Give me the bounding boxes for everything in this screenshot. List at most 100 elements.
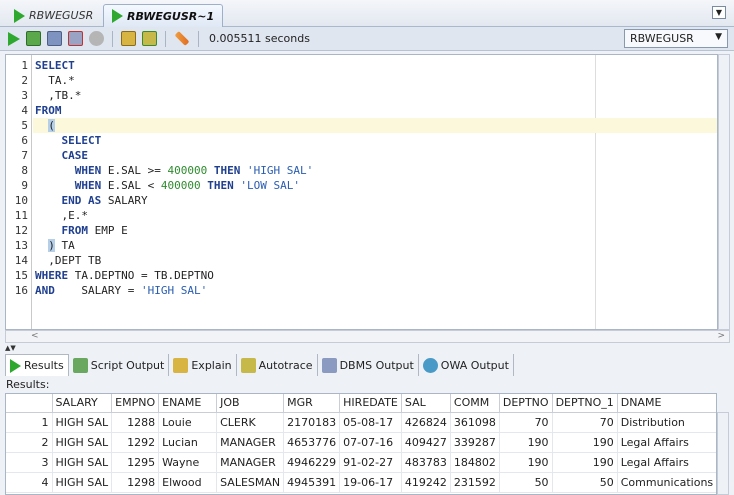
table-cell[interactable]: 1298 <box>111 472 160 493</box>
table-cell[interactable]: 4946229 <box>283 452 341 473</box>
table-cell[interactable]: 339287 <box>450 432 500 453</box>
table-cell[interactable]: Distribution <box>617 412 716 433</box>
table-cell[interactable]: 231592 <box>450 472 500 493</box>
code-line: ,TB.* <box>33 88 717 103</box>
column-header[interactable]: EMPNO <box>111 394 160 413</box>
column-header[interactable]: DEPTNO_1 <box>552 394 618 413</box>
explain-plan-icon[interactable] <box>121 31 136 46</box>
table-cell[interactable]: 190 <box>499 452 553 473</box>
table-cell[interactable]: 50 <box>552 472 618 493</box>
row-number[interactable]: 1 <box>6 412 53 433</box>
table-cell[interactable]: 409427 <box>401 432 451 453</box>
column-header[interactable]: COMM <box>450 394 500 413</box>
table-cell[interactable]: Communications <box>617 472 716 493</box>
tab-list-dropdown[interactable]: ▼ <box>712 6 726 19</box>
table-cell[interactable]: 50 <box>499 472 553 493</box>
rollback-icon[interactable] <box>68 31 83 46</box>
table-cell[interactable]: 483783 <box>401 452 451 473</box>
grid-vertical-scrollbar[interactable] <box>717 412 729 495</box>
table-cell[interactable]: 419242 <box>401 472 451 493</box>
run-script-icon[interactable] <box>26 31 41 46</box>
table-cell[interactable]: 4945391 <box>283 472 341 493</box>
table-cell[interactable]: MANAGER <box>216 432 285 453</box>
table-row[interactable]: 1 HIGH SAL 1288 Louie CLERK 2170183 05-08-17 42… <box>6 412 716 433</box>
result-tab-script-output[interactable]: Script Output <box>69 354 170 376</box>
run-statement-icon[interactable] <box>8 31 20 46</box>
table-row[interactable]: 4 HIGH SAL 1298 Elwood SALESMAN 4945391 19-06-… <box>6 472 716 493</box>
table-cell[interactable]: HIGH SAL <box>52 412 113 433</box>
table-cell[interactable]: HIGH SAL <box>52 432 113 453</box>
column-header[interactable]: MGR <box>283 394 341 413</box>
column-header[interactable]: ENAME <box>158 394 218 413</box>
scroll-right-icon[interactable]: > <box>717 331 725 341</box>
table-cell[interactable]: 91-02-27 <box>339 452 402 473</box>
table-cell[interactable]: HIGH SAL <box>52 472 113 493</box>
column-header[interactable]: SALARY <box>52 394 113 413</box>
table-cell[interactable]: 190 <box>552 432 618 453</box>
table-cell[interactable]: Wayne <box>158 452 218 473</box>
table-cell[interactable]: 190 <box>499 432 553 453</box>
table-cell[interactable]: 1288 <box>111 412 160 433</box>
table-cell[interactable]: 19-06-17 <box>339 472 402 493</box>
column-header[interactable]: JOB <box>216 394 285 413</box>
row-number[interactable]: 2 <box>6 432 53 453</box>
code-line: ,DEPT TB <box>33 253 717 268</box>
table-row[interactable]: 2 HIGH SAL 1292 Lucian MANAGER 4653776 07-07-1… <box>6 432 716 453</box>
connection-select[interactable]: RBWEGUSR ▼ <box>624 29 728 48</box>
table-cell[interactable]: Louie <box>158 412 218 433</box>
clear-eraser-icon[interactable] <box>174 31 190 46</box>
results-grid[interactable]: SALARY EMPNO ENAME JOB MGR HIREDATE SAL COMM DEP… <box>5 393 717 495</box>
table-cell[interactable]: Elwood <box>158 472 218 493</box>
result-tab-results[interactable]: Results <box>5 354 69 376</box>
table-cell[interactable]: CLERK <box>216 412 285 433</box>
table-cell[interactable]: 2170183 <box>283 412 341 433</box>
row-number[interactable]: 3 <box>6 452 53 473</box>
column-header[interactable]: DEPTNO <box>499 394 553 413</box>
scroll-left-icon[interactable]: < <box>31 331 39 341</box>
result-tab-dbms-output[interactable]: DBMS Output <box>318 354 419 376</box>
result-tab-autotrace[interactable]: Autotrace <box>237 354 318 376</box>
tab-rbwegusr-1[interactable]: RBWEGUSR~1 <box>103 4 224 27</box>
code-line: WHEN E.SAL < 400000 THEN 'LOW SAL' <box>33 178 717 193</box>
code-token: 400000 <box>160 179 201 192</box>
sql-editor[interactable]: 1 2 3 4 5 6 7 8 9 10 11 12 13 14 15 16 SELECT TA.* ,TB.… <box>5 54 718 330</box>
table-cell[interactable]: Legal Affairs <box>617 452 716 473</box>
splitter-arrows-icon[interactable]: ▲▼ <box>5 344 16 352</box>
editor-horizontal-scrollbar[interactable]: < > <box>5 330 730 343</box>
row-number[interactable]: 4 <box>6 472 53 493</box>
table-cell[interactable]: MANAGER <box>216 452 285 473</box>
column-header[interactable]: DNAME <box>617 394 716 413</box>
result-tab-explain[interactable]: Explain <box>169 354 237 376</box>
table-cell[interactable]: 70 <box>499 412 553 433</box>
code-line: AND SALARY = 'HIGH SAL' <box>33 283 717 298</box>
table-cell[interactable]: 07-07-16 <box>339 432 402 453</box>
code-token: EMP E <box>88 224 128 237</box>
column-header[interactable] <box>6 394 53 413</box>
tab-rbwegusr[interactable]: RBWEGUSR <box>6 4 101 27</box>
column-header[interactable]: HIREDATE <box>339 394 402 413</box>
table-cell[interactable]: 190 <box>552 452 618 473</box>
table-cell[interactable]: Legal Affairs <box>617 432 716 453</box>
code-area[interactable]: SELECT TA.* ,TB.* FROM ( SELECT CASE WHEN… <box>33 58 717 298</box>
result-tab-owa-output[interactable]: OWA Output <box>419 354 514 376</box>
table-cell[interactable]: 184802 <box>450 452 500 473</box>
table-cell[interactable]: 1292 <box>111 432 160 453</box>
column-header[interactable]: SAL <box>401 394 451 413</box>
commit-icon[interactable] <box>47 31 62 46</box>
table-cell[interactable]: 1295 <box>111 452 160 473</box>
table-row[interactable]: 3 HIGH SAL 1295 Wayne MANAGER 4946229 91-02-27… <box>6 452 716 473</box>
separator <box>112 30 113 47</box>
autotrace-icon[interactable] <box>142 31 157 46</box>
table-cell[interactable]: 70 <box>552 412 618 433</box>
cancel-icon[interactable] <box>89 31 104 46</box>
code-token: WHERE <box>35 269 69 282</box>
table-cell[interactable]: 05-08-17 <box>339 412 402 433</box>
table-cell[interactable]: SALESMAN <box>216 472 285 493</box>
table-cell[interactable]: HIGH SAL <box>52 452 113 473</box>
table-cell[interactable]: 426824 <box>401 412 451 433</box>
table-cell[interactable]: 361098 <box>450 412 500 433</box>
table-cell[interactable]: Lucian <box>158 432 218 453</box>
table-cell[interactable]: 4653776 <box>283 432 341 453</box>
editor-vertical-scrollbar[interactable] <box>718 54 730 330</box>
